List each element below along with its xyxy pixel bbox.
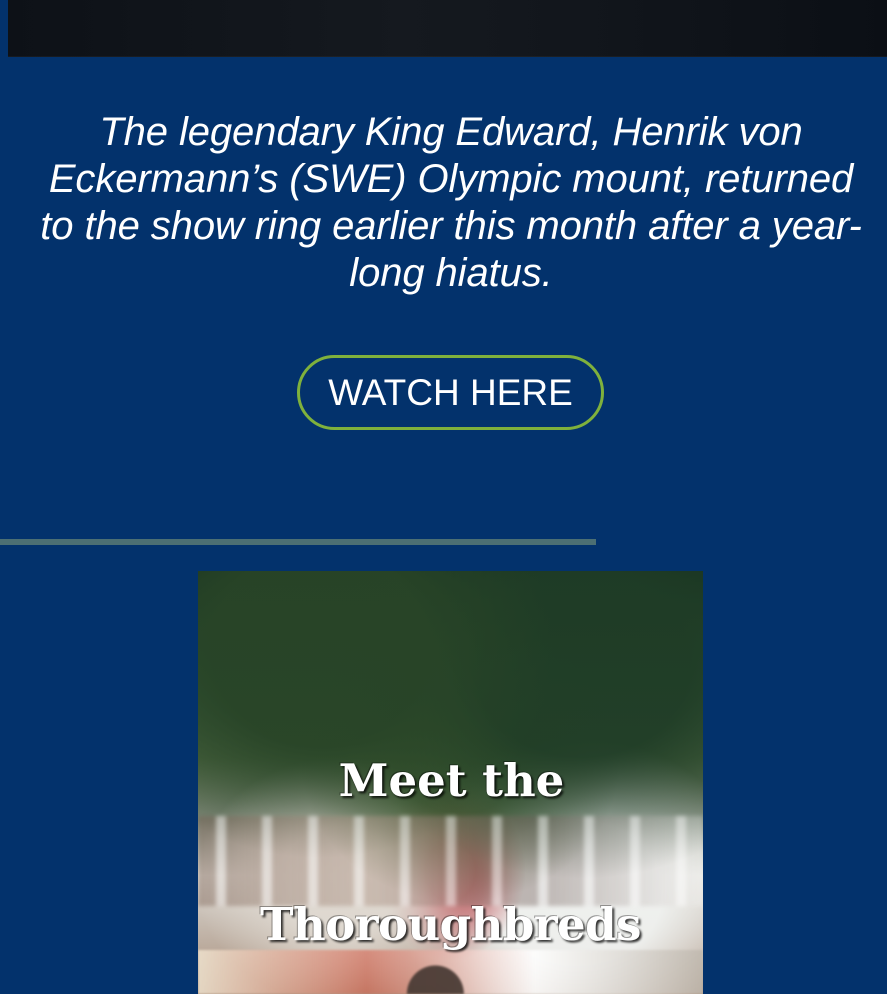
watch-here-button[interactable]: WATCH HERE	[297, 355, 604, 430]
section-divider	[0, 539, 596, 545]
article-description: The legendary King Edward, Henrik von Ec…	[40, 110, 862, 295]
feature-title-line-2: Thoroughbreds	[260, 898, 641, 951]
top-image-strip	[8, 0, 887, 57]
feature-image-card[interactable]: Meet the Thoroughbreds	[198, 571, 703, 994]
feature-title-line-1: Meet the	[338, 754, 565, 807]
